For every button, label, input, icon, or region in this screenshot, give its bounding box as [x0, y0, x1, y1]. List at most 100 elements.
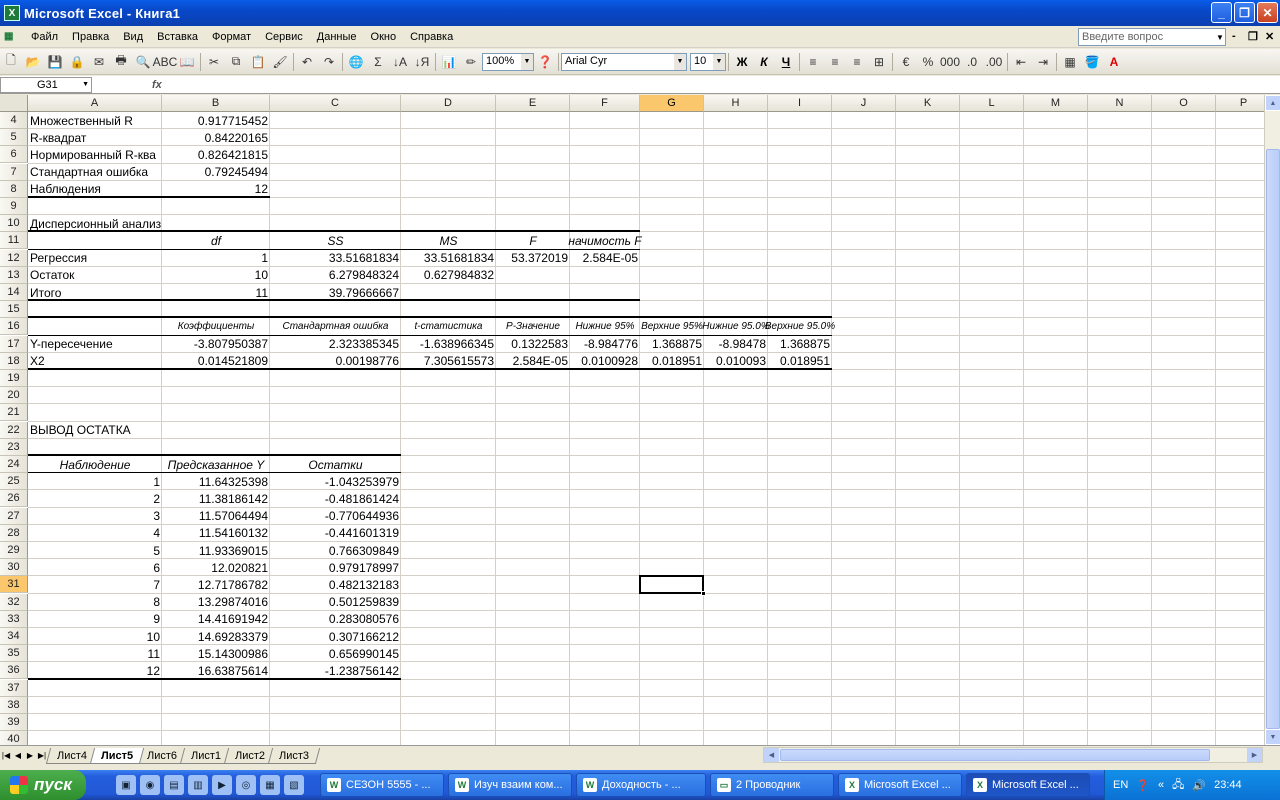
row-header[interactable]: 8 — [0, 180, 28, 198]
email-icon[interactable]: ✉ — [88, 51, 110, 73]
workbook-icon[interactable]: ▦ — [4, 29, 22, 45]
column-header[interactable]: E — [496, 95, 570, 112]
row-header[interactable]: 30 — [0, 559, 28, 577]
menu-file[interactable]: Файл — [24, 31, 65, 43]
row-header[interactable]: 11 — [0, 232, 28, 250]
prev-sheet-icon[interactable]: ◀ — [12, 751, 24, 760]
header-f[interactable]: F — [496, 232, 570, 249]
autosum-icon[interactable]: Σ — [367, 51, 389, 73]
residual-value[interactable]: 0.979178997 — [270, 559, 401, 576]
align-left-icon[interactable]: ≡ — [802, 51, 824, 73]
residual-value[interactable]: 14.41691942 — [162, 611, 270, 628]
row-header[interactable]: 15 — [0, 301, 28, 319]
residual-value[interactable]: 12.71786782 — [162, 576, 270, 593]
residual-value[interactable]: 1 — [28, 473, 162, 490]
menu-view[interactable]: Вид — [116, 31, 150, 43]
menu-help[interactable]: Справка — [403, 31, 460, 43]
residual-value[interactable]: -0.481861424 — [270, 490, 401, 507]
align-center-icon[interactable]: ≡ — [824, 51, 846, 73]
coef-header[interactable]: Стандартная ошибка — [270, 318, 401, 335]
row-header[interactable]: 23 — [0, 438, 28, 456]
anova-sig[interactable]: 2.584E-05 — [570, 250, 640, 267]
residual-value[interactable]: 0.656990145 — [270, 645, 401, 662]
coef-header[interactable]: Нижние 95.0% — [702, 318, 769, 335]
language-indicator[interactable]: EN — [1113, 779, 1128, 791]
column-header[interactable]: A — [28, 95, 162, 112]
permission-icon[interactable]: 🔒 — [66, 51, 88, 73]
row-header[interactable]: 36 — [0, 662, 28, 680]
residual-value[interactable]: 11.93369015 — [162, 542, 270, 559]
save-icon[interactable]: 💾 — [44, 51, 66, 73]
row-header[interactable]: 7 — [0, 163, 28, 181]
row-header[interactable]: 31 — [0, 576, 28, 594]
decrease-decimal-icon[interactable]: .00 — [983, 51, 1005, 73]
stat-value[interactable]: 0.826421815 — [162, 146, 270, 163]
residual-value[interactable]: 2 — [28, 490, 162, 507]
stat-value[interactable]: 0.79245494 — [162, 164, 270, 181]
row-header[interactable]: 18 — [0, 352, 28, 370]
fx-icon[interactable]: fx — [152, 79, 172, 91]
hyperlink-icon[interactable]: 🌐 — [345, 51, 367, 73]
column-header[interactable]: P — [1216, 95, 1264, 112]
header-sig[interactable]: начимость F — [568, 232, 641, 249]
residual-value[interactable]: 0.283080576 — [270, 611, 401, 628]
row-header[interactable]: 40 — [0, 731, 28, 745]
residual-title[interactable]: ВЫВОД ОСТАТКА — [28, 422, 162, 439]
row-header[interactable]: 33 — [0, 610, 28, 628]
align-right-icon[interactable]: ≡ — [846, 51, 868, 73]
next-sheet-icon[interactable]: ▶ — [24, 751, 36, 760]
percent-icon[interactable]: % — [917, 51, 939, 73]
print-icon[interactable]: 🖶 — [110, 51, 132, 73]
column-header[interactable]: M — [1024, 95, 1088, 112]
residual-header[interactable]: Наблюдение — [28, 456, 162, 473]
zoom-select[interactable]: 100% ▼ — [482, 52, 534, 71]
fill-color-icon[interactable]: 🪣 — [1081, 51, 1103, 73]
column-header[interactable]: G — [640, 95, 704, 112]
anova-ms[interactable]: 0.627984832 — [401, 267, 496, 284]
coef-value[interactable]: -8.984776 — [570, 336, 640, 353]
anova-ms[interactable]: 33.51681834 — [401, 250, 496, 267]
row-header[interactable]: 34 — [0, 628, 28, 645]
redo-icon[interactable]: ↷ — [318, 51, 340, 73]
bold-button[interactable]: Ж — [731, 51, 753, 73]
column-header[interactable]: C — [270, 95, 401, 112]
coef-value[interactable]: -3.807950387 — [162, 336, 270, 353]
research-icon[interactable]: 📖 — [176, 51, 198, 73]
volume-icon[interactable]: 🔊 — [1192, 779, 1206, 792]
coef-value[interactable]: -1.638966345 — [401, 336, 496, 353]
sort-asc-icon[interactable]: ↓A — [389, 51, 411, 73]
row-header[interactable]: 4 — [0, 112, 28, 129]
column-header[interactable]: H — [704, 95, 768, 112]
menu-format[interactable]: Формат — [205, 31, 258, 43]
row-header[interactable]: 28 — [0, 524, 28, 542]
format-painter-icon[interactable]: 🖌 — [269, 51, 291, 73]
anova-row-label[interactable]: Регрессия — [28, 250, 162, 267]
anova-ss[interactable]: 6.279848324 — [270, 267, 401, 284]
coef-value[interactable]: 2.323385345 — [270, 336, 401, 353]
row-header[interactable]: 10 — [0, 215, 28, 233]
sort-desc-icon[interactable]: ↓Я — [411, 51, 433, 73]
chevron-down-icon[interactable]: ▼ — [1214, 28, 1226, 46]
row-header[interactable]: 9 — [0, 198, 28, 215]
horizontal-scrollbar[interactable]: ◀ ▶ — [763, 747, 1263, 763]
anova-f[interactable]: 53.372019 — [496, 250, 570, 267]
residual-value[interactable]: 11.57064494 — [162, 508, 270, 525]
network-icon[interactable]: 🖧 — [1172, 776, 1184, 795]
task-button[interactable]: X Microsoft Excel ... — [838, 773, 962, 797]
paste-icon[interactable]: 📋 — [247, 51, 269, 73]
italic-button[interactable]: К — [753, 51, 775, 73]
menu-tools[interactable]: Сервис — [258, 31, 310, 43]
menu-edit[interactable]: Правка — [65, 31, 116, 43]
row-header[interactable]: 32 — [0, 593, 28, 611]
cut-icon[interactable]: ✂ — [203, 51, 225, 73]
header-ms[interactable]: MS — [401, 232, 496, 249]
column-header[interactable]: L — [960, 95, 1024, 112]
stat-label[interactable]: Нормированный R-ква — [28, 146, 162, 163]
column-header[interactable]: O — [1152, 95, 1216, 112]
row-header[interactable]: 14 — [0, 284, 28, 301]
residual-value[interactable]: 10 — [28, 628, 162, 645]
row-header[interactable]: 25 — [0, 473, 28, 491]
header-ss[interactable]: SS — [270, 232, 401, 249]
residual-value[interactable]: -0.441601319 — [270, 525, 401, 542]
row-header[interactable]: 24 — [0, 456, 28, 473]
